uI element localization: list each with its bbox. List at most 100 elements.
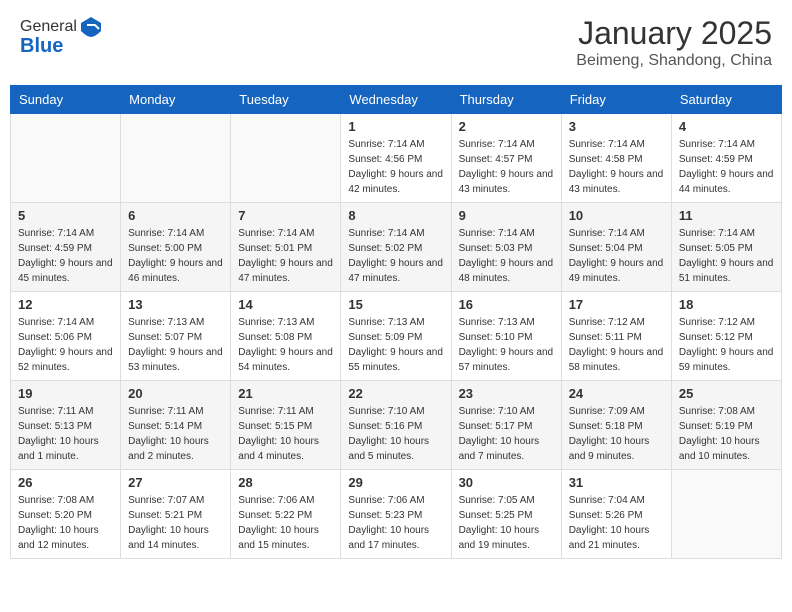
calendar-cell: 18 Sunrise: 7:12 AMSunset: 5:12 PMDayligh… (671, 292, 781, 381)
calendar-cell: 5 Sunrise: 7:14 AMSunset: 4:59 PMDaylight… (11, 203, 121, 292)
day-info: Sunrise: 7:10 AMSunset: 5:17 PMDaylight:… (459, 404, 554, 464)
page-header: General Blue January 2025 Beimeng, Shand… (10, 10, 782, 75)
day-info: Sunrise: 7:06 AMSunset: 5:23 PMDaylight:… (348, 493, 443, 553)
calendar-cell: 28 Sunrise: 7:06 AMSunset: 5:22 PMDayligh… (231, 470, 341, 559)
weekday-header-monday: Monday (121, 86, 231, 114)
day-number: 30 (459, 475, 554, 490)
day-info: Sunrise: 7:08 AMSunset: 5:20 PMDaylight:… (18, 493, 113, 553)
day-number: 15 (348, 297, 443, 312)
day-number: 24 (569, 386, 664, 401)
day-info: Sunrise: 7:09 AMSunset: 5:18 PMDaylight:… (569, 404, 664, 464)
calendar-cell: 13Sunrise: 7:13 AMSunset: 5:07 PMDayligh… (121, 292, 231, 381)
weekday-header-saturday: Saturday (671, 86, 781, 114)
day-number: 21 (238, 386, 333, 401)
calendar-week-1: 1Sunrise: 7:14 AMSunset: 4:56 PMDaylight… (11, 114, 782, 203)
day-number: 9 (459, 208, 554, 223)
day-info: Sunrise: 7:14 AMSunset: 4:56 PMDaylight:… (348, 137, 443, 197)
calendar-cell: 16 Sunrise: 7:13 AMSunset: 5:10 PMDayligh… (451, 292, 561, 381)
day-number: 2 (459, 119, 554, 134)
calendar-cell: 31Sunrise: 7:04 AMSunset: 5:26 PMDayligh… (561, 470, 671, 559)
calendar-cell: 9 Sunrise: 7:14 AMSunset: 5:03 PMDaylight… (451, 203, 561, 292)
calendar-cell: 14 Sunrise: 7:13 AMSunset: 5:08 PMDayligh… (231, 292, 341, 381)
weekday-header-thursday: Thursday (451, 86, 561, 114)
day-info: Sunrise: 7:14 AMSunset: 4:57 PMDaylight:… (459, 137, 554, 197)
calendar-cell: 7 Sunrise: 7:14 AMSunset: 5:01 PMDaylight… (231, 203, 341, 292)
calendar-cell (11, 114, 121, 203)
calendar-cell: 23 Sunrise: 7:10 AMSunset: 5:17 PMDayligh… (451, 381, 561, 470)
calendar-cell: 27 Sunrise: 7:07 AMSunset: 5:21 PMDayligh… (121, 470, 231, 559)
day-number: 27 (128, 475, 223, 490)
calendar-cell: 11 Sunrise: 7:14 AMSunset: 5:05 PMDayligh… (671, 203, 781, 292)
day-info: Sunrise: 7:14 AMSunset: 5:02 PMDaylight:… (348, 226, 443, 286)
day-number: 14 (238, 297, 333, 312)
day-number: 8 (348, 208, 443, 223)
day-number: 11 (679, 208, 774, 223)
weekday-header-wednesday: Wednesday (341, 86, 451, 114)
day-number: 17 (569, 297, 664, 312)
day-info: Sunrise: 7:14 AMSunset: 5:00 PMDaylight:… (128, 226, 223, 286)
day-number: 29 (348, 475, 443, 490)
weekday-header-friday: Friday (561, 86, 671, 114)
calendar-cell: 19 Sunrise: 7:11 AMSunset: 5:13 PMDayligh… (11, 381, 121, 470)
day-info: Sunrise: 7:07 AMSunset: 5:21 PMDaylight:… (128, 493, 223, 553)
calendar-cell: 1Sunrise: 7:14 AMSunset: 4:56 PMDaylight… (341, 114, 451, 203)
day-number: 18 (679, 297, 774, 312)
day-number: 23 (459, 386, 554, 401)
day-number: 13 (128, 297, 223, 312)
day-number: 16 (459, 297, 554, 312)
calendar-week-2: 5 Sunrise: 7:14 AMSunset: 4:59 PMDaylight… (11, 203, 782, 292)
day-info: Sunrise: 7:05 AMSunset: 5:25 PMDaylight:… (459, 493, 554, 553)
day-info: Sunrise: 7:13 AMSunset: 5:08 PMDaylight:… (238, 315, 333, 375)
day-info: Sunrise: 7:12 AMSunset: 5:11 PMDaylight:… (569, 315, 664, 375)
day-number: 25 (679, 386, 774, 401)
day-info: Sunrise: 7:10 AMSunset: 5:16 PMDaylight:… (348, 404, 443, 464)
day-number: 26 (18, 475, 113, 490)
day-number: 12 (18, 297, 113, 312)
day-number: 19 (18, 386, 113, 401)
day-number: 31 (569, 475, 664, 490)
day-info: Sunrise: 7:13 AMSunset: 5:10 PMDaylight:… (459, 315, 554, 375)
calendar-cell: 17 Sunrise: 7:12 AMSunset: 5:11 PMDayligh… (561, 292, 671, 381)
day-info: Sunrise: 7:11 AMSunset: 5:13 PMDaylight:… (18, 404, 113, 464)
day-info: Sunrise: 7:06 AMSunset: 5:22 PMDaylight:… (238, 493, 333, 553)
calendar-cell: 8 Sunrise: 7:14 AMSunset: 5:02 PMDaylight… (341, 203, 451, 292)
day-info: Sunrise: 7:14 AMSunset: 5:01 PMDaylight:… (238, 226, 333, 286)
day-number: 10 (569, 208, 664, 223)
day-number: 28 (238, 475, 333, 490)
day-info: Sunrise: 7:14 AMSunset: 5:05 PMDaylight:… (679, 226, 774, 286)
calendar-cell: 20Sunrise: 7:11 AMSunset: 5:14 PMDayligh… (121, 381, 231, 470)
day-number: 4 (679, 119, 774, 134)
day-number: 6 (128, 208, 223, 223)
logo-icon (79, 15, 103, 39)
day-info: Sunrise: 7:14 AMSunset: 4:58 PMDaylight:… (569, 137, 664, 197)
calendar-cell: 29 Sunrise: 7:06 AMSunset: 5:23 PMDayligh… (341, 470, 451, 559)
calendar-cell: 21 Sunrise: 7:11 AMSunset: 5:15 PMDayligh… (231, 381, 341, 470)
location: Beimeng, Shandong, China (576, 52, 772, 70)
day-info: Sunrise: 7:14 AMSunset: 4:59 PMDaylight:… (18, 226, 113, 286)
day-number: 22 (348, 386, 443, 401)
weekday-header-tuesday: Tuesday (231, 86, 341, 114)
calendar-cell (671, 470, 781, 559)
calendar-cell: 6 Sunrise: 7:14 AMSunset: 5:00 PMDaylight… (121, 203, 231, 292)
logo-general: General (20, 18, 77, 36)
calendar-cell: 15Sunrise: 7:13 AMSunset: 5:09 PMDayligh… (341, 292, 451, 381)
calendar-cell (121, 114, 231, 203)
day-info: Sunrise: 7:14 AMSunset: 5:06 PMDaylight:… (18, 315, 113, 375)
day-info: Sunrise: 7:14 AMSunset: 5:04 PMDaylight:… (569, 226, 664, 286)
day-number: 7 (238, 208, 333, 223)
day-info: Sunrise: 7:12 AMSunset: 5:12 PMDaylight:… (679, 315, 774, 375)
calendar-cell: 12 Sunrise: 7:14 AMSunset: 5:06 PMDayligh… (11, 292, 121, 381)
calendar-cell: 3Sunrise: 7:14 AMSunset: 4:58 PMDaylight… (561, 114, 671, 203)
logo: General Blue (20, 15, 103, 58)
day-info: Sunrise: 7:11 AMSunset: 5:15 PMDaylight:… (238, 404, 333, 464)
calendar-cell: 25Sunrise: 7:08 AMSunset: 5:19 PMDayligh… (671, 381, 781, 470)
weekday-header-sunday: Sunday (11, 86, 121, 114)
day-number: 5 (18, 208, 113, 223)
day-info: Sunrise: 7:14 AMSunset: 5:03 PMDaylight:… (459, 226, 554, 286)
calendar-cell: 4 Sunrise: 7:14 AMSunset: 4:59 PMDaylight… (671, 114, 781, 203)
calendar-cell: 2 Sunrise: 7:14 AMSunset: 4:57 PMDaylight… (451, 114, 561, 203)
day-info: Sunrise: 7:14 AMSunset: 4:59 PMDaylight:… (679, 137, 774, 197)
month-title: January 2025 (576, 15, 772, 52)
calendar-cell (231, 114, 341, 203)
calendar-week-4: 19 Sunrise: 7:11 AMSunset: 5:13 PMDayligh… (11, 381, 782, 470)
